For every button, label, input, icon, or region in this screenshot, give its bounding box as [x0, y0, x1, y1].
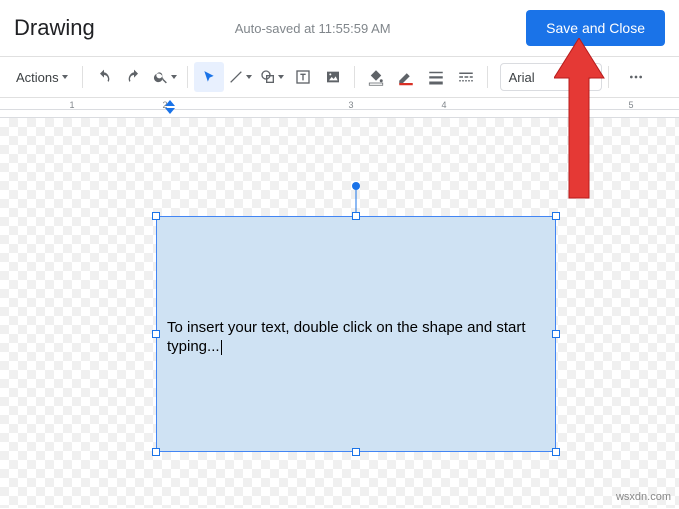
rotation-handle[interactable]: [352, 182, 360, 190]
fill-color-button[interactable]: [361, 62, 391, 92]
image-tool[interactable]: [318, 62, 348, 92]
divider: [187, 66, 188, 88]
shape-icon: [260, 69, 276, 85]
font-selector[interactable]: Arial: [500, 63, 602, 91]
resize-handle-n[interactable]: [352, 212, 360, 220]
cursor-icon: [202, 70, 216, 84]
border-weight-icon: [427, 68, 445, 86]
toolbar: Actions Arial: [0, 56, 679, 98]
resize-handle-ne[interactable]: [552, 212, 560, 220]
fill-icon: [367, 68, 385, 86]
divider: [608, 66, 609, 88]
ruler-line: [0, 109, 679, 110]
drawing-canvas[interactable]: To insert your text, double click on the…: [0, 118, 679, 508]
border-dash-button[interactable]: [451, 62, 481, 92]
border-color-button[interactable]: [391, 62, 421, 92]
resize-handle-sw[interactable]: [152, 448, 160, 456]
actions-label: Actions: [16, 70, 59, 85]
zoom-button[interactable]: [149, 62, 181, 92]
line-tool[interactable]: [224, 62, 256, 92]
selected-shape[interactable]: To insert your text, double click on the…: [156, 216, 556, 452]
more-button[interactable]: [621, 62, 651, 92]
redo-icon: [126, 69, 142, 85]
ruler-mark: 5: [628, 100, 633, 110]
page-title: Drawing: [14, 15, 95, 41]
watermark: wsxdn.com: [616, 491, 671, 503]
resize-handle-se[interactable]: [552, 448, 560, 456]
chevron-down-icon: [171, 75, 177, 79]
resize-handle-nw[interactable]: [152, 212, 160, 220]
resize-handle-e[interactable]: [552, 330, 560, 338]
divider: [487, 66, 488, 88]
shape-tool[interactable]: [256, 62, 288, 92]
redo-button[interactable]: [119, 62, 149, 92]
chevron-down-icon: [587, 75, 593, 79]
horizontal-ruler[interactable]: 1 2 3 4 5: [0, 98, 679, 118]
ruler-mark: 4: [441, 100, 446, 110]
chevron-down-icon: [246, 75, 252, 79]
undo-icon: [96, 69, 112, 85]
save-and-close-button[interactable]: Save and Close: [526, 10, 665, 46]
ruler-mark: 3: [348, 100, 353, 110]
autosave-status: Auto-saved at 11:55:59 AM: [95, 21, 526, 36]
font-label: Arial: [509, 70, 535, 85]
textbox-icon: [295, 69, 311, 85]
resize-handle-w[interactable]: [152, 330, 160, 338]
shape-text[interactable]: To insert your text, double click on the…: [167, 319, 545, 357]
zoom-icon: [153, 69, 169, 85]
chevron-down-icon: [278, 75, 284, 79]
divider: [354, 66, 355, 88]
text-cursor: [221, 340, 222, 355]
more-icon: [628, 69, 644, 85]
pencil-icon: [397, 68, 415, 86]
select-tool[interactable]: [194, 62, 224, 92]
undo-button[interactable]: [89, 62, 119, 92]
line-icon: [228, 69, 244, 85]
textbox-tool[interactable]: [288, 62, 318, 92]
image-icon: [325, 69, 341, 85]
divider: [82, 66, 83, 88]
actions-menu[interactable]: Actions: [8, 64, 76, 91]
ruler-mark: 1: [69, 100, 74, 110]
border-dash-icon: [457, 68, 475, 86]
resize-handle-s[interactable]: [352, 448, 360, 456]
chevron-down-icon: [62, 75, 68, 79]
border-weight-button[interactable]: [421, 62, 451, 92]
ruler-mark: 2: [162, 100, 167, 110]
